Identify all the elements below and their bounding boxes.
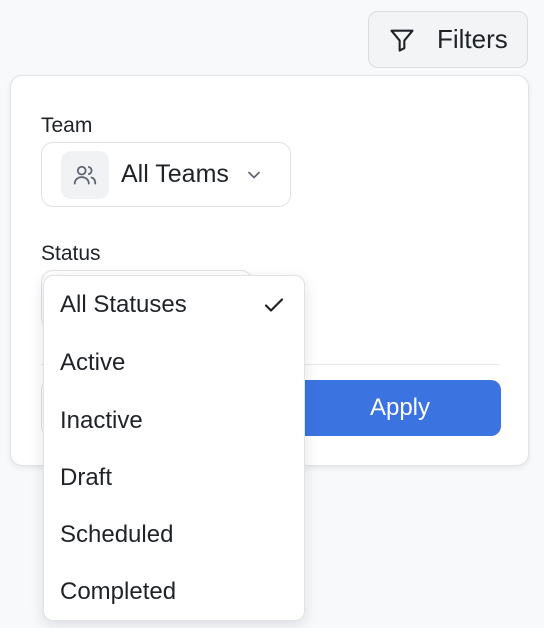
team-label: Team	[41, 114, 93, 137]
status-option-label: Active	[60, 349, 126, 376]
status-option-draft[interactable]: Draft	[44, 450, 304, 506]
status-dropdown-menu: All Statuses Active Inactive Draft Sched…	[43, 275, 305, 621]
status-option-label: Draft	[60, 464, 113, 491]
funnel-icon	[387, 25, 417, 55]
users-icon	[73, 165, 97, 185]
team-avatar	[61, 150, 109, 199]
team-select[interactable]: All Teams	[41, 142, 291, 207]
status-option-label: Scheduled	[60, 521, 174, 548]
status-option-label: All Statuses	[60, 291, 187, 318]
filters-view: Filters Team All Teams Status Apply All …	[0, 0, 544, 628]
apply-button[interactable]: Apply	[291, 380, 501, 436]
status-option-all-statuses[interactable]: All Statuses	[44, 277, 304, 333]
status-option-label: Completed	[60, 578, 177, 605]
filters-button-label: Filters	[437, 24, 508, 54]
status-option-completed[interactable]: Completed	[44, 564, 304, 620]
status-option-scheduled[interactable]: Scheduled	[44, 507, 304, 563]
status-option-label: Inactive	[60, 407, 143, 434]
check-icon	[262, 293, 286, 317]
status-label: Status	[41, 242, 101, 265]
status-option-inactive[interactable]: Inactive	[44, 393, 304, 449]
status-option-active[interactable]: Active	[44, 335, 304, 391]
chevron-down-icon	[243, 164, 265, 186]
team-select-value: All Teams	[121, 160, 229, 188]
filters-button[interactable]: Filters	[368, 11, 528, 68]
